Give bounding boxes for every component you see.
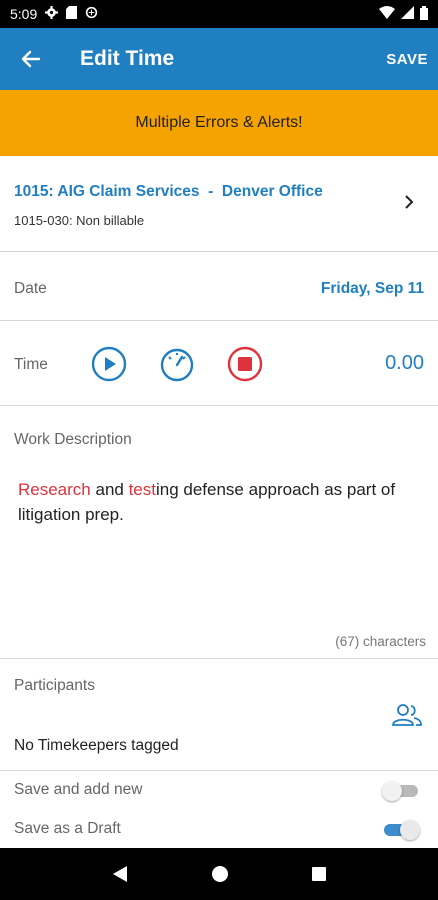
client-name: 1015: AIG Claim Services - Denver Office xyxy=(14,183,323,200)
work-description-section[interactable]: Work Description Research and testing de… xyxy=(0,407,438,659)
save-and-add-new-row: Save and add new xyxy=(0,772,438,810)
add-participants-icon[interactable] xyxy=(392,704,422,726)
flagged-word: Research xyxy=(18,480,91,499)
date-label: Date xyxy=(14,280,47,297)
save-and-add-new-toggle[interactable] xyxy=(382,781,420,801)
save-button[interactable]: SAVE xyxy=(386,51,428,68)
app-bar: Edit Time SAVE xyxy=(0,28,438,90)
save-as-draft-row: Save as a Draft xyxy=(0,811,438,849)
play-icon[interactable] xyxy=(91,346,127,382)
arrow-back-icon xyxy=(21,50,41,68)
battery-icon xyxy=(420,5,428,23)
time-label: Time xyxy=(14,356,48,373)
work-description-text[interactable]: Research and testing defense approach as… xyxy=(18,477,418,527)
chevron-right-icon xyxy=(405,195,414,209)
participants-label: Participants xyxy=(14,677,95,694)
date-row[interactable]: Date Friday, Sep 11 xyxy=(0,253,438,321)
stopwatch-icon[interactable] xyxy=(159,346,195,382)
wifi-icon xyxy=(379,6,395,22)
alert-banner[interactable]: Multiple Errors & Alerts! xyxy=(0,90,438,156)
save-and-add-new-label: Save and add new xyxy=(14,781,143,798)
page-title: Edit Time xyxy=(80,47,175,70)
save-as-draft-label: Save as a Draft xyxy=(14,820,121,837)
cell-signal-icon xyxy=(401,6,414,22)
time-row: Time 0.00 xyxy=(0,322,438,406)
flagged-word: test xyxy=(128,480,156,499)
save-as-draft-toggle[interactable] xyxy=(384,820,420,840)
nav-home-icon[interactable] xyxy=(211,865,229,883)
time-value[interactable]: 0.00 xyxy=(385,352,424,375)
character-count: (67) characters xyxy=(335,634,426,649)
stop-icon[interactable] xyxy=(227,346,263,382)
back-button[interactable] xyxy=(0,28,62,90)
status-time: 5:09 xyxy=(10,6,38,22)
settings-gear-icon xyxy=(45,6,59,22)
status-bar: 5:09 xyxy=(0,0,438,28)
participants-section: Participants No Timekeepers tagged xyxy=(0,660,438,771)
data-saver-icon xyxy=(85,6,98,22)
nav-recents-icon[interactable] xyxy=(311,866,327,882)
matter-code: 1015-030: Non billable xyxy=(14,213,145,228)
sd-card-icon xyxy=(66,6,78,22)
date-value[interactable]: Friday, Sep 11 xyxy=(321,280,424,298)
description-text-segment: and xyxy=(90,480,129,499)
matter-selector[interactable]: 1015: AIG Claim Services - Denver Office… xyxy=(0,156,438,252)
work-description-label: Work Description xyxy=(14,431,132,448)
alert-text: Multiple Errors & Alerts! xyxy=(135,114,303,131)
nav-back-icon[interactable] xyxy=(111,864,129,884)
system-nav-bar xyxy=(0,848,438,900)
no-timekeepers-text: No Timekeepers tagged xyxy=(14,737,179,754)
